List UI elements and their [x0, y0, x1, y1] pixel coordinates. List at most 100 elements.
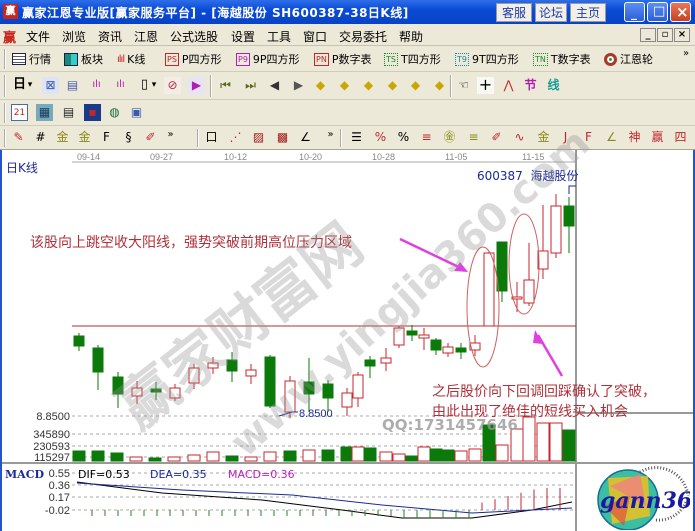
date-tick-label: 10-12 [224, 152, 247, 162]
drawing-overflow-icon[interactable]: » [162, 127, 179, 144]
crosshair-icon[interactable]: + [477, 77, 494, 94]
scroll-right-icon[interactable]: ▶ [290, 77, 307, 94]
hand-pan-icon[interactable]: ☜ [455, 77, 472, 94]
last-bar-icon[interactable]: ⏭ [242, 77, 259, 94]
maximize-button[interactable]: □ [647, 2, 668, 22]
fan-lines-icon[interactable]: ⋰ [227, 129, 244, 146]
menu-tools[interactable]: 工具 [267, 28, 291, 45]
network-icon[interactable]: ◍ [106, 104, 123, 121]
sectors-button[interactable]: 板块 [64, 51, 103, 67]
gold-angle-icon[interactable]: ∠ [603, 129, 620, 146]
homepage-link[interactable]: 主页 [570, 3, 606, 22]
four-angle-icon[interactable]: 四 [672, 129, 689, 146]
kline-button[interactable]: ılıl K线 [117, 51, 145, 67]
indicator-9-icon[interactable]: ılı [112, 77, 129, 94]
gann-wheel-label: 江恩轮 [620, 53, 653, 66]
candle-down [303, 381, 315, 395]
chart-style-icon[interactable]: ⊠ [42, 77, 59, 94]
forum-link[interactable]: 论坛 [535, 3, 567, 22]
customer-service-link[interactable]: 客服 [496, 3, 532, 22]
volume-bar [167, 456, 181, 462]
notes-icon[interactable]: ▤ [64, 77, 81, 94]
document-icon[interactable]: ▤ [60, 104, 77, 121]
section-icon[interactable]: 节 [522, 77, 539, 94]
zoom-in-vertical-icon[interactable]: ◆ [407, 77, 424, 94]
menu-gann[interactable]: 江恩 [134, 28, 158, 45]
f-angle-icon[interactable]: F [580, 129, 597, 146]
menu-settings[interactable]: 设置 [231, 28, 255, 45]
line-draw-icon[interactable]: ⋀ [500, 77, 517, 94]
gold-icon[interactable]: 金 [535, 129, 552, 146]
gann-grid-icon[interactable]: ▩ [274, 129, 291, 146]
marker-icon[interactable]: ✐ [142, 129, 159, 146]
percent-levels-icon[interactable]: ≡ [418, 129, 435, 146]
ruler-icon[interactable]: ☰ [348, 129, 365, 146]
9t-square-button[interactable]: T9 9T四方形 [455, 51, 519, 67]
menu-trade[interactable]: 交易委托 [339, 28, 387, 45]
marker-2-icon[interactable]: ✐ [488, 129, 505, 146]
indicator-3-icon[interactable]: ılı [88, 77, 105, 94]
fibonacci-icon[interactable]: F [98, 129, 115, 146]
p-square-button[interactable]: PS P四方形 [165, 51, 222, 67]
menu-browse[interactable]: 浏览 [62, 28, 86, 45]
save-icon[interactable]: ▪ [84, 104, 101, 121]
price-axis-label: 8.8500 [36, 411, 70, 423]
spiral-icon[interactable]: § [120, 129, 137, 146]
mdi-minimize-button[interactable]: _ [640, 28, 656, 42]
volume-bar [562, 429, 576, 462]
close-button[interactable]: × [670, 2, 691, 22]
box-icon[interactable]: 口 [203, 129, 220, 146]
gold-levels-icon[interactable]: ≡ [465, 129, 482, 146]
percent-icon[interactable]: % [395, 129, 412, 146]
drawing-overflow-2-icon[interactable]: » [322, 127, 339, 144]
j-angle-icon[interactable]: J [557, 129, 574, 146]
t-square-button[interactable]: TS T四方形 [384, 51, 441, 67]
gold-ratio-2-icon[interactable]: 金 [76, 129, 93, 146]
wave-icon[interactable]: ∿ [511, 129, 528, 146]
menu-help[interactable]: 帮助 [399, 28, 423, 45]
win-angle-icon[interactable]: 赢 [649, 129, 666, 146]
arrow-to-pullback [536, 334, 564, 377]
map-icon[interactable]: ⊘ [164, 77, 181, 94]
line-icon[interactable]: 线 [545, 77, 562, 94]
chart-area[interactable]: 09-14 09-27 10-12 10-20 10-28 11-05 11-15 8.850… [0, 120, 695, 531]
scroll-left-icon[interactable]: ◀ [266, 77, 283, 94]
dif-line [76, 481, 573, 519]
calendar-icon[interactable]: 21 [11, 104, 28, 121]
printer-icon[interactable]: ▣ [128, 104, 145, 121]
menu-formula-select[interactable]: 公式选股 [170, 28, 218, 45]
move-left-icon[interactable]: ◆ [312, 77, 329, 94]
menu-file[interactable]: 文件 [26, 28, 50, 45]
angle-icon[interactable]: ∠ [297, 129, 314, 146]
sector-blocks-icon [64, 52, 78, 66]
move-right-icon[interactable]: ◆ [336, 77, 353, 94]
9p-square-button[interactable]: P9 9P四方形 [236, 51, 300, 67]
t-number-table-button[interactable]: TN T数字表 [533, 51, 591, 67]
quotes-button[interactable]: 行情 [12, 51, 51, 67]
mdi-close-button[interactable]: × [674, 28, 690, 42]
period-dropdown-icon[interactable]: ▾ [26, 77, 34, 94]
gann-wheel-button[interactable]: 江恩轮 [604, 51, 653, 67]
calculator-icon[interactable]: ▦ [36, 104, 53, 121]
zoom-out-horizontal-icon[interactable]: ◆ [384, 77, 401, 94]
god-angle-icon[interactable]: 神 [626, 129, 643, 146]
gann-fan-icon[interactable]: ▨ [250, 129, 267, 146]
flag-icon[interactable]: ▶ [188, 77, 205, 94]
zoom-in-horizontal-icon[interactable]: ◆ [360, 77, 377, 94]
menu-news[interactable]: 资讯 [98, 28, 122, 45]
zoom-out-vertical-icon[interactable]: ◆ [431, 77, 448, 94]
gold-ratio-icon[interactable]: 金 [54, 129, 71, 146]
candle-down [264, 356, 276, 407]
p-number-table-button[interactable]: PN P数字表 [314, 51, 371, 67]
arrow-to-breakout [399, 237, 466, 272]
pen-icon[interactable]: ✎ [10, 129, 27, 146]
parallel-lines-icon[interactable]: # [32, 129, 49, 146]
kline-type-dropdown-icon[interactable]: ▾ [150, 77, 158, 94]
first-bar-icon[interactable]: ⏮ [217, 77, 234, 94]
mdi-restore-button[interactable]: ▫ [657, 28, 673, 42]
gold-circle-icon[interactable]: ㊎ [441, 129, 458, 146]
menu-window[interactable]: 窗口 [303, 28, 327, 45]
toolbar-overflow-button[interactable]: » [683, 48, 689, 59]
percent-line-icon[interactable]: % [372, 129, 389, 146]
minimize-button[interactable]: _ [624, 2, 645, 22]
